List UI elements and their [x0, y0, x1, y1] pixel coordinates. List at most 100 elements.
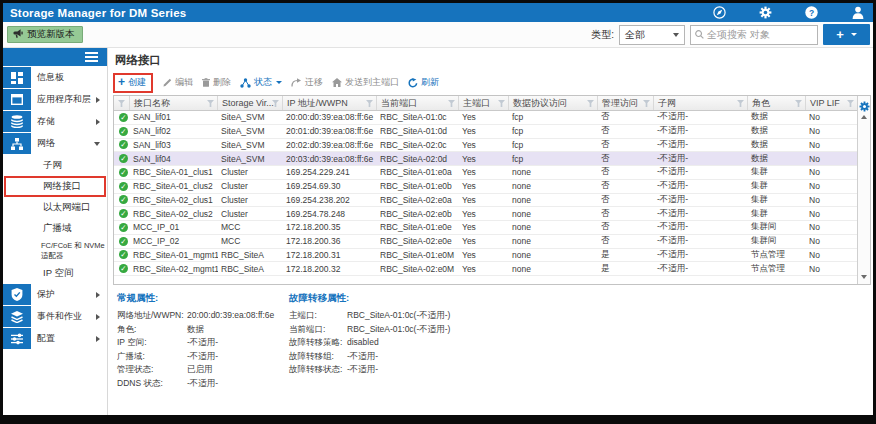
chevron-down-icon	[673, 33, 679, 37]
compass-icon[interactable]	[713, 6, 726, 19]
table-row[interactable]: ✓ RBC_SiteA-01_clus1 Cluster 169.254.229…	[114, 166, 857, 180]
details-panel: 常规属性: 网络地址/WWPN: 20:00:d0:39:ea:08:ff:6e…	[113, 292, 871, 390]
status-ok-icon: ✓	[119, 168, 128, 177]
column-header-subnet[interactable]: 子网	[654, 96, 748, 110]
property-row: 角色: 数据	[117, 323, 289, 337]
applications-icon	[3, 89, 31, 110]
chevron-right-icon	[96, 292, 100, 298]
chevron-down-icon	[851, 33, 857, 36]
sidebar-item-configuration[interactable]: 配置	[3, 328, 107, 349]
vertical-scrollbar[interactable]	[857, 96, 870, 284]
status-ok-icon: ✓	[119, 264, 128, 273]
filter-icon	[587, 100, 594, 107]
status-icon	[240, 78, 251, 88]
sidebar-item-protection[interactable]: 保护	[3, 284, 107, 305]
hamburger-icon[interactable]	[85, 50, 98, 64]
table-row[interactable]: ✓ RBC_SiteA-02_clus1 Cluster 169.254.238…	[114, 194, 857, 208]
sidebar-item-apps[interactable]: 应用程序和层	[3, 89, 107, 110]
chevron-right-icon	[96, 119, 100, 125]
table-row[interactable]: ✓ SAN_lif02 SiteA_SVM 20:01:d0:39:ea:08:…	[114, 125, 857, 139]
search-input[interactable]	[707, 29, 813, 40]
status-button[interactable]: 状态	[240, 76, 282, 89]
property-row: 网络地址/WWPN: 20:00:d0:39:ea:08:ff:6e	[117, 309, 289, 323]
column-header-mgmt-access[interactable]: 管理访问	[598, 96, 654, 110]
create-annotation-box: + 创建	[113, 73, 153, 93]
scroll-down-icon[interactable]	[861, 275, 867, 279]
storage-icon	[3, 111, 31, 132]
table-row[interactable]: ✓ MCC_IP_02 MCC 172.18.200.36 RBC_SiteA-…	[114, 235, 857, 249]
status-ok-icon: ✓	[119, 209, 128, 218]
sidebar-item-ethernet-ports[interactable]: 以太网端口	[3, 197, 107, 218]
filter-icon	[366, 100, 373, 107]
sidebar-item-network-interfaces[interactable]: 网络接口	[4, 176, 106, 197]
table-row[interactable]: ✓ SAN_lif01 SiteA_SVM 20:00:d0:39:ea:08:…	[114, 111, 857, 125]
filter-icon	[643, 100, 650, 107]
column-header-role[interactable]: 角色	[748, 96, 806, 110]
filter-icon	[737, 100, 744, 107]
chevron-right-icon	[96, 314, 100, 320]
column-header-protocols[interactable]: 数据协议访问	[509, 96, 598, 110]
toolbar: + 创建 编辑 删除 状态	[113, 74, 871, 91]
table-row[interactable]: ✓ RBC_SiteA-01_mgmt1 RBC_SiteA 172.18.20…	[114, 249, 857, 263]
user-icon[interactable]	[851, 6, 865, 19]
migrate-button[interactable]: 迁移	[291, 76, 323, 89]
table-row[interactable]: ✓ MCC_IP_01 MCC 172.18.200.35 RBC_SiteA-…	[114, 221, 857, 235]
status-ok-icon: ✓	[119, 250, 128, 259]
sidebar-header	[3, 48, 107, 66]
table-row[interactable]: ✓ SAN_lif03 SiteA_SVM 20:02:d0:39:ea:08:…	[114, 139, 857, 153]
filter-icon	[207, 100, 214, 107]
type-dropdown[interactable]: 全部	[619, 25, 685, 45]
chevron-right-icon	[96, 97, 100, 103]
megaphone-icon	[13, 29, 23, 41]
svg-text:?: ?	[809, 8, 814, 18]
column-settings-icon[interactable]	[859, 98, 870, 116]
sidebar-item-ipspaces[interactable]: IP 空间	[3, 263, 107, 284]
network-icon	[3, 133, 31, 154]
create-button[interactable]: + 创建	[118, 76, 146, 89]
status-ok-icon: ✓	[119, 140, 128, 149]
table-row[interactable]: ✓ RBC_SiteA-01_clus2 Cluster 169.254.69.…	[114, 180, 857, 194]
status-ok-icon: ✓	[119, 113, 128, 122]
filter-icon	[118, 100, 125, 107]
column-header-status[interactable]	[114, 96, 130, 110]
filter-icon	[847, 100, 854, 107]
column-header-home-port[interactable]: 主端口	[459, 96, 509, 110]
pencil-icon	[163, 78, 172, 87]
table-row[interactable]: ✓ RBC_SiteA-02_clus2 Cluster 169.254.78.…	[114, 207, 857, 221]
column-header-vip-lif[interactable]: VIP LIF	[806, 96, 857, 110]
status-ok-icon: ✓	[119, 237, 128, 246]
sidebar-item-fc-adapters[interactable]: FC/FCoE 和 NVMe 适配器	[3, 239, 107, 263]
gear-icon[interactable]	[759, 6, 772, 19]
sidebar-item-dashboard[interactable]: 信息板	[3, 67, 107, 88]
send-to-home-port-button[interactable]: 发送到主端口	[332, 76, 399, 89]
sidebar-item-subnets[interactable]: 子网	[3, 155, 107, 176]
top-bar: Storage Manager for DM Series ?	[3, 3, 873, 22]
refresh-button[interactable]: 刷新	[408, 76, 439, 89]
sidebar-item-storage[interactable]: 存储	[3, 111, 107, 132]
delete-button[interactable]: 删除	[202, 76, 231, 89]
edit-button[interactable]: 编辑	[163, 76, 193, 89]
column-header-svm[interactable]: Storage Vir...	[218, 96, 283, 110]
scroll-up-icon[interactable]	[861, 115, 867, 119]
table-row[interactable]: ✓ SAN_lif04 SiteA_SVM 20:03:d0:39:ea:08:…	[114, 152, 857, 166]
status-ok-icon: ✓	[119, 154, 128, 163]
app-title: Storage Manager for DM Series	[10, 7, 186, 19]
trash-icon	[202, 78, 210, 87]
column-header-current-port[interactable]: 当前端口	[377, 96, 459, 110]
add-button[interactable]: +	[823, 24, 870, 45]
column-header-name[interactable]: 接口名称	[130, 96, 218, 110]
main-content: 网络接口 + 创建 编辑 删除 状态	[108, 48, 873, 415]
status-ok-icon: ✓	[119, 127, 128, 136]
table-row[interactable]: ✓ RBC_SiteA-02_mgmt1 RBC_SiteA 172.18.20…	[114, 262, 857, 276]
preview-new-version-button[interactable]: 预览新版本	[7, 26, 83, 43]
chevron-right-icon	[96, 336, 100, 342]
filter-icon	[795, 100, 802, 107]
column-header-ip[interactable]: IP 地址/WWPN	[283, 96, 377, 110]
sidebar-item-broadcast-domains[interactable]: 广播域	[3, 218, 107, 239]
help-icon[interactable]: ?	[805, 6, 818, 19]
sidebar-item-events-jobs[interactable]: 事件和作业	[3, 306, 107, 327]
filter-icon	[498, 100, 505, 107]
plus-icon: +	[836, 28, 844, 41]
sidebar-item-network[interactable]: 网络	[3, 133, 107, 154]
status-ok-icon: ✓	[119, 195, 128, 204]
